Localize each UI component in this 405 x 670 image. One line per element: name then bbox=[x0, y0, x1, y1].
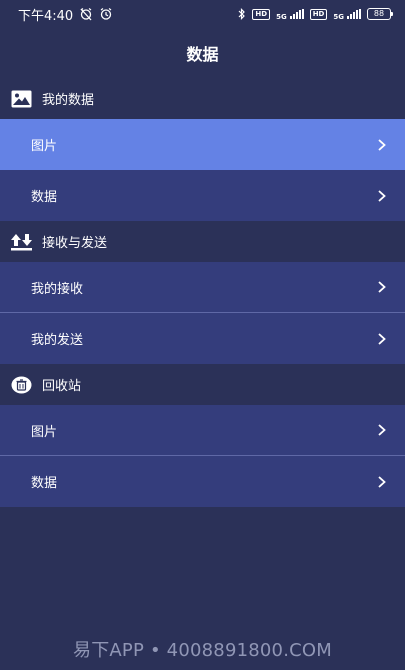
hd-badge: HD bbox=[252, 8, 271, 20]
chevron-right-icon bbox=[377, 332, 387, 346]
section-header-recycle-bin: 回收站 bbox=[0, 364, 405, 405]
chevron-right-icon bbox=[377, 138, 387, 152]
data-menu: 我的数据 图片 数据 接收与发送 我的接收 我的发送 回收站 图片 数据 bbox=[0, 78, 405, 507]
menu-item-my-images[interactable]: 图片 bbox=[0, 119, 405, 170]
signal-icon-2 bbox=[347, 9, 361, 19]
status-bar: 下午4:40 HD 5G HD 5G 88 bbox=[0, 0, 405, 28]
status-bar-left: 下午4:40 bbox=[18, 5, 113, 24]
menu-item-label: 图片 bbox=[31, 424, 58, 440]
menu-item-label: 我的接收 bbox=[31, 281, 84, 297]
menu-item-bin-images[interactable]: 图片 bbox=[0, 405, 405, 456]
watermark: 易下APP • 4008891800.COM bbox=[73, 640, 332, 661]
network-type-2: 5G bbox=[333, 13, 344, 21]
hd-badge-2: HD bbox=[309, 8, 328, 20]
chevron-right-icon bbox=[377, 423, 387, 437]
chevron-right-icon bbox=[377, 475, 387, 489]
menu-item-my-sent[interactable]: 我的发送 bbox=[0, 313, 405, 364]
section-title: 我的数据 bbox=[42, 93, 95, 108]
menu-item-label: 我的发送 bbox=[31, 333, 84, 348]
section-title: 接收与发送 bbox=[42, 236, 108, 251]
image-icon bbox=[11, 90, 32, 108]
alarm-off-icon bbox=[79, 7, 93, 21]
chevron-right-icon bbox=[377, 280, 387, 294]
page-title: 数据 bbox=[0, 28, 405, 78]
transfer-icon bbox=[11, 233, 32, 251]
section-title: 回收站 bbox=[42, 379, 82, 394]
bluetooth-icon bbox=[238, 8, 246, 20]
trash-icon bbox=[11, 376, 32, 394]
menu-item-label: 数据 bbox=[31, 190, 58, 205]
battery-icon: 88 bbox=[367, 8, 393, 20]
status-time: 下午4:40 bbox=[18, 8, 74, 24]
menu-item-label: 图片 bbox=[31, 139, 58, 154]
section-header-my-data: 我的数据 bbox=[0, 78, 405, 119]
alarm-clock-icon bbox=[99, 7, 113, 21]
menu-item-my-data[interactable]: 数据 bbox=[0, 170, 405, 221]
menu-item-bin-data[interactable]: 数据 bbox=[0, 456, 405, 507]
section-header-transfer: 接收与发送 bbox=[0, 221, 405, 262]
network-type: 5G bbox=[276, 13, 287, 21]
menu-item-my-received[interactable]: 我的接收 bbox=[0, 262, 405, 313]
menu-item-label: 数据 bbox=[31, 476, 58, 491]
chevron-right-icon bbox=[377, 189, 387, 203]
status-bar-right: HD 5G HD 5G 88 bbox=[238, 7, 393, 21]
signal-icon bbox=[289, 9, 304, 19]
